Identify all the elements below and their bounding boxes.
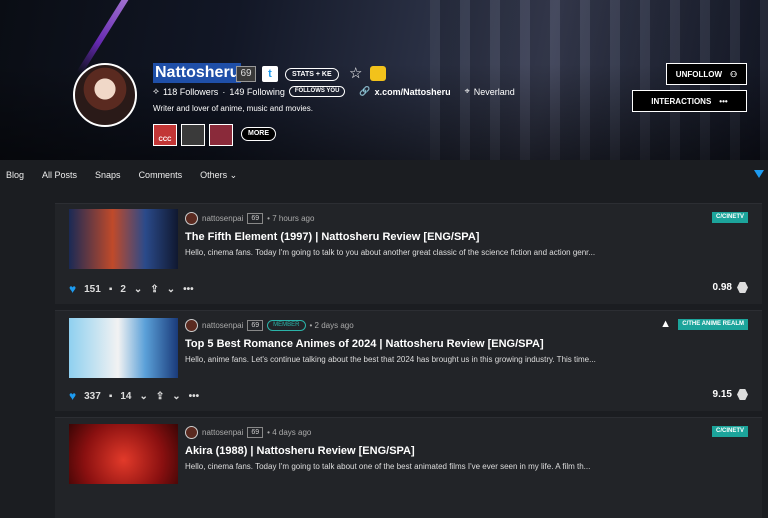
- follow-stats: ⟡ 118 Followers · 149 Following FOLLOWS …: [153, 86, 515, 97]
- post-time: • 7 hours ago: [267, 214, 315, 223]
- vote-count[interactable]: 337: [84, 391, 101, 402]
- community-badges: CCC: [153, 124, 233, 146]
- post-actions: ♥ 337 ▪ 14 ⌄ ⇪ ⌄ •••: [69, 389, 199, 403]
- author-rep: 69: [247, 320, 264, 331]
- post-title[interactable]: The Fifth Element (1997) | Nattosheru Re…: [185, 231, 479, 243]
- tab-all-posts[interactable]: All Posts: [42, 170, 77, 180]
- comment-count[interactable]: 2: [120, 284, 126, 295]
- follows-you-badge: FOLLOWS YOU: [288, 86, 346, 97]
- heart-icon[interactable]: ♥: [69, 282, 76, 296]
- reputation-badge: 69: [236, 66, 256, 82]
- author-rep: 69: [247, 213, 264, 224]
- post-meta: nattosenpai 69 • 7 hours ago: [185, 212, 314, 225]
- hive-icon: [737, 389, 748, 400]
- community-tag[interactable]: C/THE ANIME REALM: [678, 319, 748, 330]
- interactions-label: INTERACTIONS: [651, 96, 712, 106]
- stats-button[interactable]: STATS + KE: [285, 68, 339, 81]
- following-count[interactable]: 149 Following: [229, 87, 285, 97]
- post-author[interactable]: nattosenpai: [202, 428, 243, 437]
- tab-comments[interactable]: Comments: [139, 170, 183, 180]
- unfollow-label: UNFOLLOW: [675, 69, 723, 79]
- profile-bio: Writer and lover of anime, music and mov…: [153, 104, 313, 113]
- author-avatar[interactable]: [185, 426, 198, 439]
- profile-name: Nattosheru: [153, 63, 242, 83]
- chevron-down-icon[interactable]: ⌄: [167, 284, 175, 295]
- followers-icon: ⟡: [153, 86, 159, 96]
- followers-count[interactable]: 118 Followers: [163, 87, 218, 97]
- community-tag[interactable]: C/CINETV: [711, 212, 748, 223]
- tab-blog[interactable]: Blog: [6, 170, 24, 180]
- vote-count[interactable]: 151: [84, 284, 101, 295]
- post-time: • 2 days ago: [309, 321, 354, 330]
- link-icon: 🔗: [359, 86, 371, 96]
- more-button[interactable]: MORE: [241, 127, 276, 141]
- interactions-button[interactable]: INTERACTIONS •••: [632, 90, 747, 112]
- payout-value: 9.15: [712, 389, 732, 400]
- community-badge[interactable]: [209, 124, 233, 146]
- post-author[interactable]: nattosenpai: [202, 214, 243, 223]
- tab-snaps[interactable]: Snaps: [95, 170, 121, 180]
- post-card[interactable]: nattosenpai 69 • 7 hours ago C/CINETV Th…: [55, 203, 762, 304]
- badge-icon[interactable]: [370, 66, 386, 81]
- post-excerpt[interactable]: Hello, anime fans. Let's continue talkin…: [185, 355, 596, 364]
- chevron-down-icon[interactable]: ⌄: [139, 391, 147, 402]
- chevron-down-icon[interactable]: ⌄: [134, 284, 142, 295]
- location-text: Neverland: [473, 86, 515, 97]
- share-icon[interactable]: ⇪: [150, 284, 158, 295]
- more-dots-icon[interactable]: •••: [183, 284, 194, 295]
- share-icon[interactable]: ⇪: [156, 391, 164, 402]
- post-title[interactable]: Top 5 Best Romance Animes of 2024 | Natt…: [185, 338, 544, 350]
- user-minus-icon: ⚇: [730, 69, 738, 79]
- post-actions: ♥ 151 ▪ 2 ⌄ ⇪ ⌄ •••: [69, 282, 194, 296]
- post-title[interactable]: Akira (1988) | Nattosheru Review [ENG/SP…: [185, 445, 415, 457]
- community-badge[interactable]: CCC: [153, 124, 177, 146]
- website-link[interactable]: x.com/Nattosheru: [375, 87, 451, 97]
- post-author[interactable]: nattosenpai: [202, 321, 243, 330]
- comment-count[interactable]: 14: [120, 391, 131, 402]
- post-thumbnail[interactable]: [69, 424, 178, 484]
- post-card[interactable]: nattosenpai 69 MEMBER • 2 days ago C/THE…: [55, 310, 762, 411]
- post-meta: nattosenpai 69 MEMBER • 2 days ago: [185, 319, 354, 332]
- comment-icon[interactable]: ▪: [109, 284, 113, 295]
- post-excerpt[interactable]: Hello, cinema fans. Today I'm going to t…: [185, 462, 590, 471]
- tab-others[interactable]: Others ⌄: [200, 170, 237, 181]
- twitter-icon[interactable]: t: [262, 66, 278, 82]
- post-card[interactable]: nattosenpai 69 • 4 days ago C/CINETV Aki…: [55, 417, 762, 518]
- post-payout[interactable]: 9.15: [713, 389, 748, 400]
- chevron-down-icon[interactable]: ⌄: [172, 391, 180, 402]
- star-icon[interactable]: ☆: [349, 64, 362, 82]
- author-avatar[interactable]: [185, 319, 198, 332]
- more-dots-icon[interactable]: •••: [189, 391, 200, 402]
- author-avatar[interactable]: [185, 212, 198, 225]
- anime-realm-icon: ▲: [660, 318, 671, 330]
- post-payout[interactable]: 0.98: [713, 282, 748, 293]
- profile-tabs: Blog All Posts Snaps Comments Others ⌄: [0, 160, 768, 190]
- member-badge: MEMBER: [267, 320, 306, 331]
- post-meta: nattosenpai 69 • 4 days ago: [185, 426, 311, 439]
- unfollow-button[interactable]: UNFOLLOW ⚇: [666, 63, 747, 85]
- heart-icon[interactable]: ♥: [69, 389, 76, 403]
- post-thumbnail[interactable]: [69, 209, 178, 269]
- author-rep: 69: [247, 427, 264, 438]
- community-tag[interactable]: C/CINETV: [711, 426, 748, 437]
- filter-icon[interactable]: [754, 170, 764, 178]
- hive-icon: [737, 282, 748, 293]
- location-icon: ⌖: [464, 86, 470, 96]
- post-time: • 4 days ago: [267, 428, 312, 437]
- more-dots-icon: •••: [719, 96, 728, 106]
- community-badge[interactable]: [181, 124, 205, 146]
- post-thumbnail[interactable]: [69, 318, 178, 378]
- avatar[interactable]: [73, 63, 137, 127]
- separator: ·: [222, 86, 226, 97]
- post-excerpt[interactable]: Hello, cinema fans. Today I'm going to t…: [185, 248, 595, 257]
- comment-icon[interactable]: ▪: [109, 391, 113, 402]
- payout-value: 0.98: [712, 282, 732, 293]
